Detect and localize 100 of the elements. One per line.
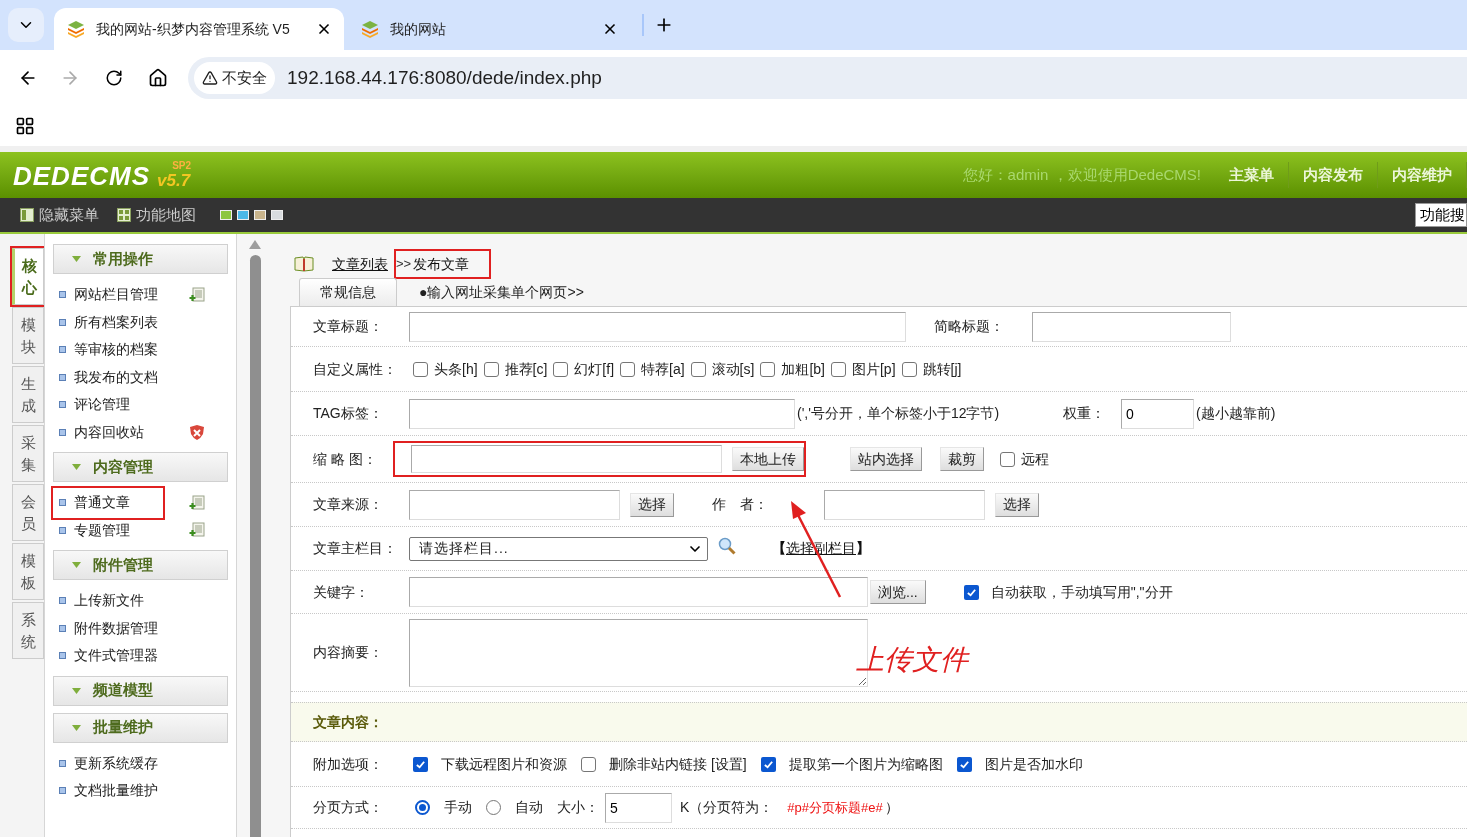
- form-tab[interactable]: ●输入网址采集单个网页>>: [397, 278, 606, 306]
- field-label: 分页方式：: [312, 798, 384, 817]
- author-field[interactable]: [824, 489, 985, 520]
- thumbnail-button[interactable]: 裁剪: [940, 447, 984, 471]
- option-label: 滚动[s]: [711, 359, 755, 379]
- check-icon: [415, 758, 426, 770]
- checkbox[interactable]: [581, 756, 596, 772]
- option-label: 图片是否加水印: [984, 754, 1083, 774]
- form-tab[interactable]: 常规信息: [299, 278, 397, 306]
- breadcrumb-link[interactable]: 文章列表: [332, 253, 388, 275]
- side-tab[interactable]: 系统: [12, 602, 44, 659]
- menu-item[interactable]: 上传新文件: [53, 585, 163, 616]
- short-title-field[interactable]: [1032, 311, 1231, 342]
- field-label: 简略标题：: [934, 317, 1005, 336]
- checkbox[interactable]: [413, 756, 428, 772]
- side-tab[interactable]: 核心: [12, 248, 44, 305]
- select-button[interactable]: 选择: [995, 492, 1039, 517]
- thumbnail-field[interactable]: [411, 445, 722, 473]
- browse-button[interactable]: 浏览...: [870, 580, 926, 605]
- field-label: 自定义属性：: [312, 359, 398, 379]
- url-text: 192.168.44.176:8080/dede/index.php: [287, 65, 602, 90]
- field-label: 文章来源：: [312, 495, 384, 514]
- side-tab[interactable]: 模板: [12, 543, 44, 600]
- address-bar[interactable]: 不安全 192.168.44.176:8080/dede/index.php: [188, 57, 1467, 99]
- checkbox[interactable]: [956, 756, 972, 772]
- add-document-icon[interactable]: [189, 286, 205, 303]
- apps-icon[interactable]: [15, 116, 35, 136]
- tag-field[interactable]: [409, 398, 795, 429]
- bullet-icon: [59, 787, 66, 795]
- checkbox[interactable]: [1000, 451, 1015, 467]
- menu-item[interactable]: 网站栏目管理: [53, 279, 163, 310]
- menu-group-header[interactable]: 频道模型: [53, 675, 228, 706]
- delete-shield-icon[interactable]: [189, 423, 205, 441]
- bullet-icon: [59, 373, 66, 381]
- upload-button[interactable]: 本地上传: [732, 447, 804, 471]
- field-label: 大小：: [557, 798, 599, 817]
- panel-icon: [20, 208, 34, 222]
- hint-text: ）: [884, 798, 899, 817]
- keywords-field[interactable]: [409, 577, 868, 607]
- toolbar-link[interactable]: 功能地图: [117, 203, 196, 227]
- checkbox[interactable]: [553, 361, 569, 377]
- menu-item[interactable]: 内容回收站: [53, 417, 163, 448]
- menu-group-header[interactable]: 常用操作: [53, 244, 228, 274]
- field-label: 缩 略 图：: [312, 449, 378, 469]
- side-tab[interactable]: 模块: [12, 307, 44, 364]
- column-select[interactable]: 请选择栏目...: [409, 536, 708, 561]
- hint-text: K（分页符为：: [680, 798, 774, 817]
- checkbox[interactable]: [830, 361, 846, 377]
- side-tab[interactable]: 采集: [12, 425, 44, 482]
- option-label: 自动: [515, 798, 543, 817]
- menu-group-header[interactable]: 内容管理: [53, 452, 228, 482]
- function-search-button[interactable]: 功能搜: [1415, 203, 1467, 227]
- skin-swatch[interactable]: [271, 210, 283, 220]
- side-tab[interactable]: 生成: [12, 366, 44, 423]
- option-label: 远程: [1021, 449, 1049, 469]
- dedecms-logo: DEDECMS: [13, 160, 151, 191]
- bullet-icon: [59, 428, 66, 436]
- layers-icon: [360, 19, 380, 39]
- radio-button[interactable]: [415, 800, 430, 815]
- checkbox[interactable]: [760, 756, 776, 772]
- checkbox[interactable]: [760, 361, 776, 377]
- add-document-icon[interactable]: [189, 494, 205, 511]
- checkbox[interactable]: [413, 361, 428, 377]
- section-header: 文章内容：: [291, 702, 1467, 742]
- radio-button[interactable]: [486, 800, 501, 815]
- source-field[interactable]: [409, 489, 620, 520]
- layers-icon: [66, 19, 86, 39]
- scrollbar[interactable]: [248, 240, 262, 837]
- close-icon[interactable]: [316, 21, 332, 37]
- scroll-up-icon[interactable]: [249, 240, 261, 249]
- side-tab[interactable]: 会员: [12, 484, 44, 541]
- skin-swatch[interactable]: [237, 210, 249, 220]
- checkbox[interactable]: [690, 361, 706, 377]
- weight-field[interactable]: 0: [1121, 398, 1194, 429]
- size-field[interactable]: 5: [605, 792, 672, 823]
- checkbox[interactable]: [483, 361, 499, 377]
- check-icon: [762, 758, 774, 770]
- bullet-icon: [59, 624, 66, 632]
- checkbox[interactable]: [620, 361, 636, 377]
- title-field[interactable]: [409, 311, 906, 342]
- welcome-text: 您好：admin ，欢迎使用DedeCMS!: [962, 164, 1201, 185]
- tab-title: 我的网站: [390, 19, 447, 39]
- menu-item[interactable]: 普通文章: [53, 487, 163, 518]
- close-icon[interactable]: [602, 21, 618, 37]
- select-button[interactable]: 选择: [630, 492, 674, 517]
- browser-tab[interactable]: 我的网站: [344, 8, 634, 50]
- menu-item[interactable]: 专题管理: [53, 515, 163, 546]
- skin-swatch[interactable]: [254, 210, 266, 220]
- menu-group-header[interactable]: 批量维护: [53, 712, 228, 743]
- add-document-icon[interactable]: [189, 522, 205, 539]
- toolbar-link[interactable]: 隐藏菜单: [20, 203, 99, 227]
- option-label: 删除非站内链接 [设置]: [609, 754, 747, 774]
- skin-swatch[interactable]: [220, 210, 232, 220]
- security-chip[interactable]: 不安全: [194, 62, 275, 94]
- menu-group-header[interactable]: 附件管理: [53, 550, 228, 580]
- search-icon[interactable]: [718, 536, 736, 555]
- checkbox[interactable]: [963, 584, 979, 600]
- browser-tab[interactable]: 我的网站-织梦内容管理系统 V5: [54, 8, 344, 50]
- checkbox[interactable]: [901, 361, 917, 377]
- thumbnail-button[interactable]: 站内选择: [850, 447, 922, 471]
